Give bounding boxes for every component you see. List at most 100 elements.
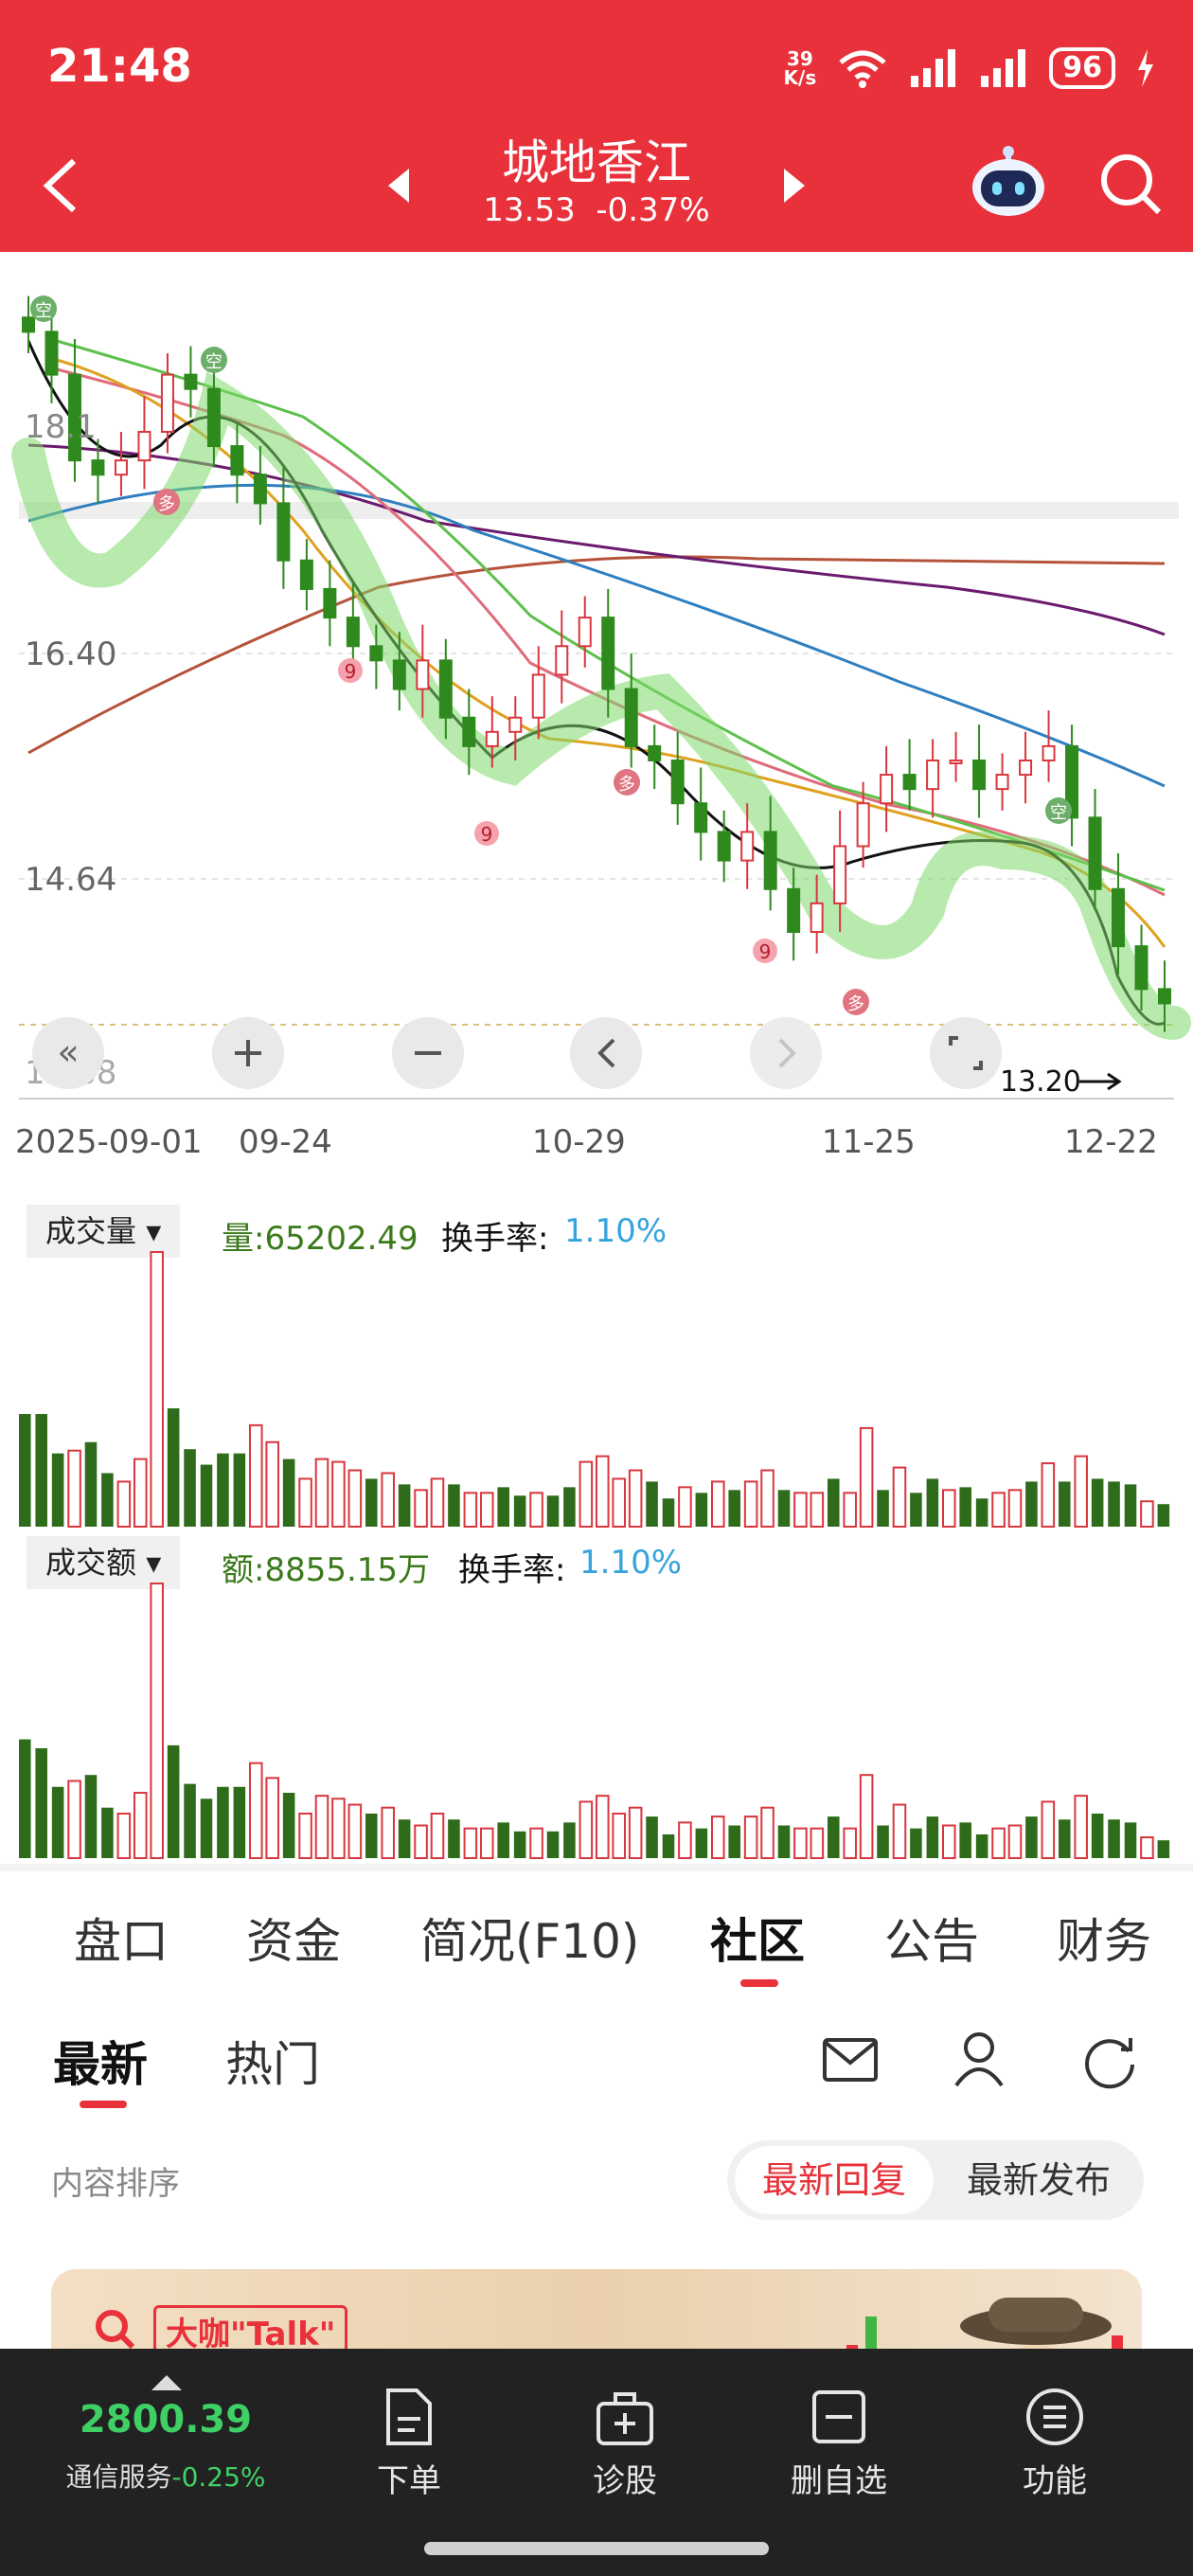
bar [859,1774,874,1859]
menu-circle-icon [1026,2388,1083,2445]
sort-latest-reply[interactable]: 最新回复 [735,2146,934,2214]
bar [1059,1819,1071,1858]
bar [398,1819,411,1858]
index-value[interactable]: 2800.39 [28,2398,303,2442]
chevron-up-icon[interactable] [150,2373,184,2392]
candle-body [648,744,662,761]
scroll-left-button[interactable] [570,1017,642,1089]
mail-icon[interactable] [822,2034,879,2085]
active-tab-indicator [740,1979,778,1987]
candle-body [1112,887,1126,948]
bar [217,1453,229,1527]
signal-marker: 空 [1050,803,1067,823]
bar [1025,1481,1038,1527]
search-icon[interactable] [1098,152,1165,218]
bar [249,1423,263,1528]
robot-assistant-icon[interactable] [966,142,1051,227]
bar [414,1824,428,1860]
sort-latest-post[interactable]: 最新发布 [941,2146,1136,2214]
bar [828,1478,840,1527]
bar [843,1827,857,1860]
bar [265,1440,279,1528]
bar [134,1458,148,1528]
bar [365,1478,378,1527]
bar [859,1426,874,1528]
diagnose-button[interactable]: 诊股 [549,2387,701,2501]
bar [1059,1481,1071,1527]
bar [298,1477,312,1528]
bar [35,1748,47,1858]
candle-body [1088,816,1102,890]
bar [1157,1840,1170,1858]
kline-chart[interactable]: 空 空 空 多 多 多 9 9 9 16.40 14.64 12.88 18.1… [0,252,1193,1104]
x-tick-label: 09-24 [239,1123,332,1161]
home-indicator[interactable] [424,2542,769,2555]
bar [926,1478,939,1527]
tab-announcements[interactable]: 公告 [884,1904,979,1972]
zoom-out-button[interactable] [392,1017,464,1089]
bar [51,1786,64,1858]
bar [563,1487,576,1527]
candle-body [184,373,198,390]
zoom-in-button[interactable] [212,1017,284,1089]
tab-community[interactable]: 社区 [710,1904,805,1972]
subtab-latest[interactable]: 最新 [53,2027,148,2095]
bar [546,1495,560,1527]
bar [1140,1500,1154,1529]
candle-body [995,774,1009,791]
bar [628,1806,643,1859]
bar [678,1821,692,1860]
candle-body [323,587,337,619]
minus-box-icon [812,2390,865,2443]
sort-toggle: 最新回复 最新发布 [727,2140,1144,2220]
volume-bars [19,1251,1170,1529]
bar [184,1783,196,1858]
bar [497,1487,509,1527]
bar [134,1792,148,1860]
candle-body [45,331,59,376]
status-time: 21:48 [47,40,192,93]
net-speed: 39 K/s [783,47,817,89]
order-button[interactable]: 下单 [333,2387,485,2501]
bar [480,1492,494,1528]
x-tick-label: 2025-09-01 [15,1123,203,1161]
bar [1091,1813,1104,1858]
tab-pankou[interactable]: 盘口 [74,1904,169,1972]
bar [628,1469,643,1528]
index-info: 通信服务-0.25% [65,2461,266,2493]
scroll-right-button[interactable] [750,1017,822,1089]
bar [760,1469,775,1528]
bar [331,1798,346,1860]
briefcase-plus-icon [596,2392,653,2445]
bar [777,1490,791,1527]
fullscreen-button[interactable] [930,1017,1002,1089]
bar [910,1828,922,1858]
bar [810,1492,825,1528]
remove-watchlist-button[interactable]: 删自选 [763,2387,915,2501]
bar [233,1786,246,1858]
user-icon[interactable] [953,2030,1006,2087]
bar [959,1822,971,1858]
scroll-left-fast-button[interactable]: « [32,1017,104,1089]
signal-marker: 多 [158,494,175,514]
tab-funds[interactable]: 资金 [246,1904,341,1972]
bar [1007,1489,1023,1529]
bar [414,1489,428,1529]
candle-body [508,716,523,733]
bar [67,1780,81,1859]
bar [596,1795,610,1860]
sort-label: 内容排序 [51,2165,180,2203]
bar [711,1480,725,1528]
stock-price: 13.53 [483,191,576,229]
subtab-hot[interactable]: 热门 [225,2027,320,2095]
tab-financials[interactable]: 财务 [1057,1904,1151,1972]
y-tick-label-partial: 18.1 [25,408,97,446]
candle-body [1019,759,1033,777]
bar [579,1800,594,1859]
tab-profile[interactable]: 简况(F10) [420,1904,639,1972]
bar [463,1492,478,1528]
functions-button[interactable]: 功能 [979,2387,1131,2501]
refresh-icon[interactable] [1081,2032,1138,2089]
next-stock-icon[interactable] [782,169,807,203]
bar [1124,1484,1137,1527]
